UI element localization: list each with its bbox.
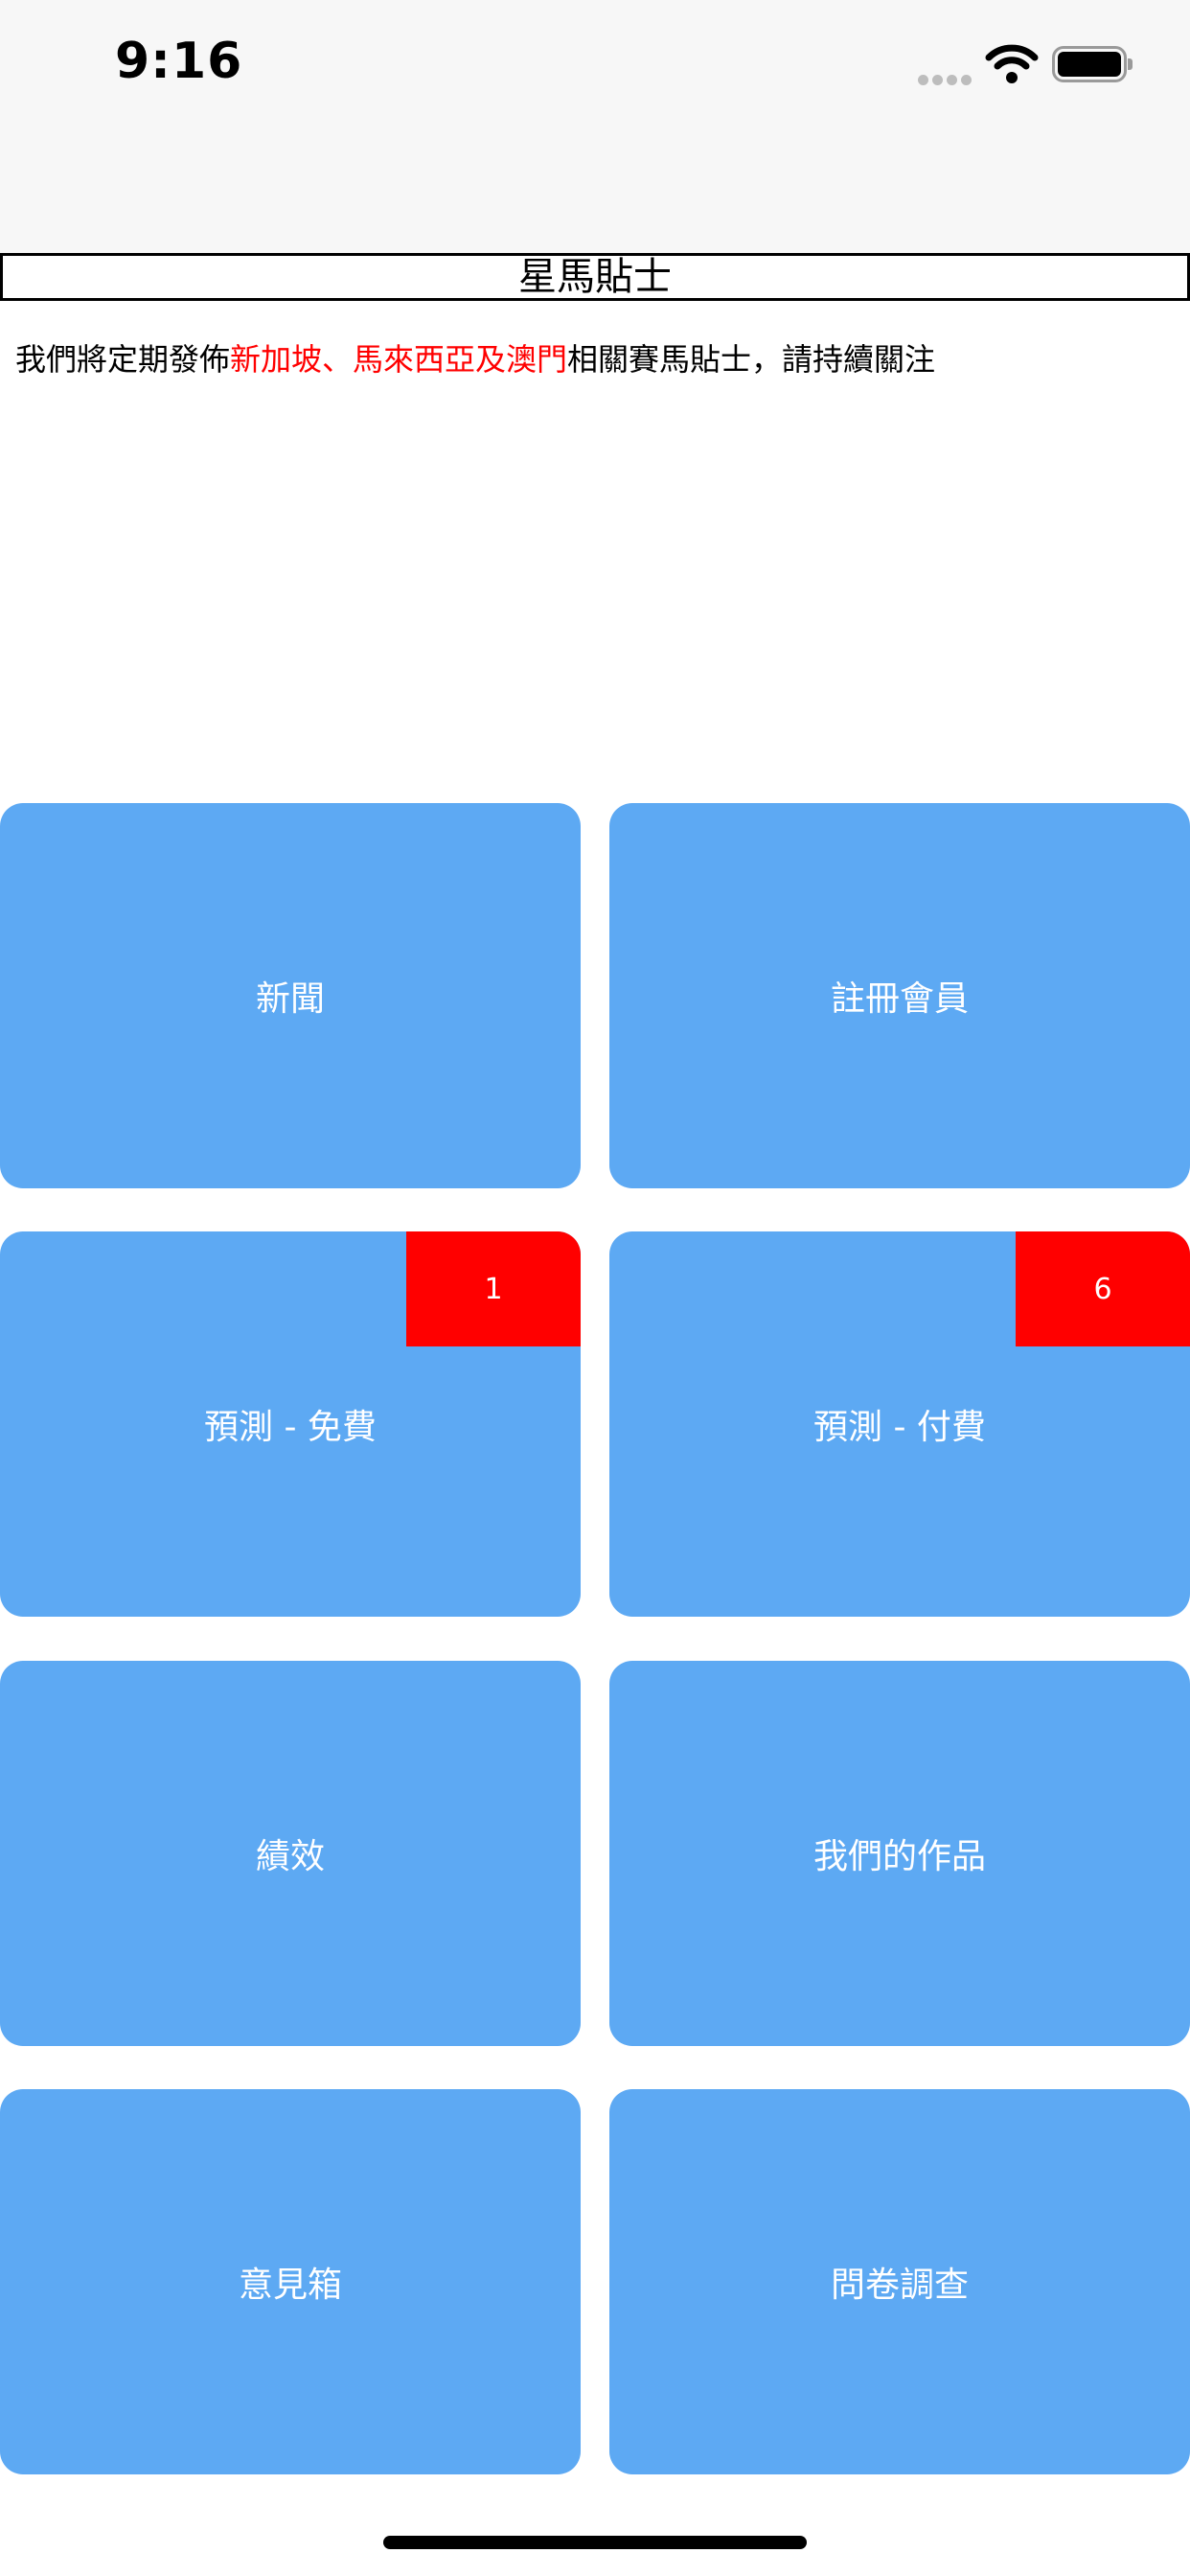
status-bar: 9:16 (0, 0, 1190, 253)
news-button[interactable]: 新聞 (0, 803, 581, 1188)
news-button-label: 新聞 (255, 979, 325, 1019)
free-prediction-button-label: 預測 - 免費 (204, 1408, 377, 1447)
our-works-button[interactable]: 我們的作品 (609, 1661, 1190, 2046)
our-works-button-label: 我們的作品 (812, 1837, 986, 1876)
paid-prediction-button[interactable]: 預測 - 付費 6 (609, 1231, 1190, 1617)
notice-highlight: 新加坡、馬來西亞及澳門 (230, 341, 568, 378)
performance-button[interactable]: 績效 (0, 1661, 581, 2046)
performance-button-label: 績效 (255, 1837, 325, 1876)
free-prediction-badge: 1 (406, 1231, 581, 1346)
paid-prediction-badge: 6 (1016, 1231, 1190, 1346)
survey-button[interactable]: 問卷調查 (609, 2089, 1190, 2474)
battery-icon (1052, 46, 1133, 82)
register-member-button[interactable]: 註冊會員 (609, 803, 1190, 1188)
register-member-button-label: 註冊會員 (830, 979, 969, 1019)
feedback-box-button-label: 意見箱 (238, 2266, 342, 2305)
notice-prefix: 我們將定期發佈 (15, 341, 231, 378)
notice-suffix: 相關賽馬貼士，請持續關注 (567, 341, 936, 378)
wifi-icon (985, 42, 1039, 84)
paid-prediction-button-label: 預測 - 付費 (813, 1408, 986, 1447)
free-prediction-button[interactable]: 預測 - 免費 1 (0, 1231, 581, 1617)
survey-button-label: 問卷調查 (830, 2266, 969, 2305)
home-indicator[interactable] (383, 2536, 807, 2549)
feedback-box-button[interactable]: 意見箱 (0, 2089, 581, 2474)
status-time: 9:16 (115, 33, 243, 90)
page-title: 星馬貼士 (0, 253, 1190, 301)
notice-text: 我們將定期發佈新加坡、馬來西亞及澳門相關賽馬貼士，請持續關注 (15, 335, 1175, 380)
cellular-signal-icon (918, 71, 975, 85)
